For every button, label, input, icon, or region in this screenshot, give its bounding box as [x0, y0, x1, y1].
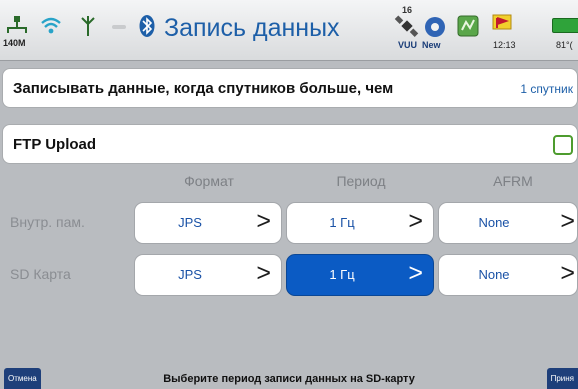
cell-value: None	[478, 215, 510, 230]
record-condition-row[interactable]: Записывать данные, когда спутников больш…	[2, 68, 578, 108]
record-condition-value[interactable]: 1 спутник	[520, 82, 573, 96]
cell-value: 1 Гц	[329, 215, 355, 230]
column-header-afrm: AFRM	[493, 173, 533, 189]
cell-value: None	[478, 267, 510, 282]
chevron-right-icon: >	[256, 259, 271, 287]
chevron-right-icon: >	[256, 207, 271, 235]
row-label-internal: Внутр. пам.	[10, 214, 85, 230]
chevron-right-icon: >	[408, 207, 423, 235]
satellite-icon[interactable]	[394, 14, 420, 38]
internal-format-button[interactable]: JPS >	[134, 202, 282, 244]
battery-icon	[552, 18, 578, 33]
sd-afrm-button[interactable]: None >	[438, 254, 578, 296]
internal-period-button[interactable]: 1 Гц >	[286, 202, 434, 244]
page-title: Запись данных	[164, 14, 340, 42]
new-app-icon[interactable]	[424, 16, 446, 38]
ftp-upload-label: FTP Upload	[13, 136, 97, 153]
antenna-icon	[81, 16, 95, 36]
cell-value: 1 Гц	[329, 267, 355, 282]
map-icon[interactable]	[456, 14, 480, 38]
wifi-icon	[41, 17, 61, 34]
internal-afrm-button[interactable]: None >	[438, 202, 578, 244]
vuu-label: VUU	[398, 40, 418, 50]
status-message: Выберите период записи данных на SD-карт…	[163, 373, 415, 385]
chevron-right-icon: >	[560, 259, 575, 287]
bluetooth-icon	[139, 15, 155, 37]
cell-value: JPS	[178, 215, 202, 230]
chevron-right-icon: >	[560, 207, 575, 235]
new-label: New	[422, 40, 441, 50]
status-bar: 140M Запись данных 16 VUU New 12:13 81°(	[0, 0, 578, 61]
ftp-upload-row[interactable]: FTP Upload	[2, 124, 578, 164]
ftp-upload-checkbox[interactable]	[553, 135, 573, 155]
battery-level: 81°(	[556, 40, 573, 50]
network-icon	[7, 16, 27, 33]
accept-button[interactable]: Приня	[546, 368, 578, 389]
flag-icon[interactable]	[490, 12, 514, 38]
column-header-period: Период	[336, 173, 386, 189]
clock-time: 12:13	[493, 40, 516, 50]
cell-value: JPS	[178, 267, 202, 282]
chevron-right-icon: >	[408, 259, 423, 287]
column-header-format: Формат	[184, 173, 234, 189]
row-label-sd: SD Карта	[10, 266, 71, 282]
sd-period-button[interactable]: 1 Гц >	[286, 254, 434, 296]
sd-format-button[interactable]: JPS >	[134, 254, 282, 296]
record-condition-label: Записывать данные, когда спутников больш…	[13, 80, 394, 97]
signal-bar-icon	[112, 25, 126, 29]
memory-label: 140M	[3, 38, 26, 48]
